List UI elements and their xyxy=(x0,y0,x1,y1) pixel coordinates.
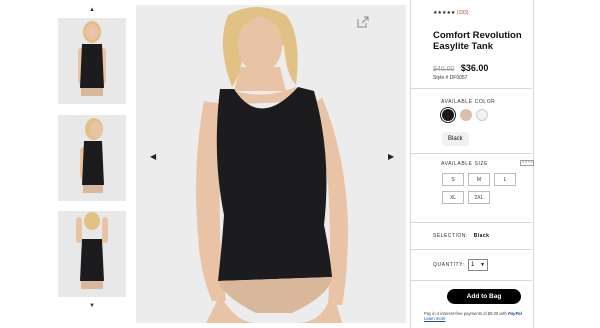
size-option-m[interactable]: M xyxy=(468,173,490,186)
available-color-label: AVAILABLE COLOR xyxy=(441,99,496,105)
paypal-learn-more-link[interactable]: Learn more xyxy=(424,316,445,321)
quantity-label: QUANTITY: xyxy=(433,262,465,268)
divider xyxy=(410,249,532,250)
divider xyxy=(410,88,532,89)
rating-count: (193) xyxy=(456,10,469,16)
product-title-line2: Easylite Tank xyxy=(433,41,494,52)
divider xyxy=(410,280,532,281)
size-option-xl[interactable]: XL xyxy=(442,191,464,204)
thumbnail-back-image xyxy=(58,211,126,297)
thumb-up-arrow[interactable]: ▲ xyxy=(89,7,95,13)
add-to-bag-button[interactable]: Add to Bag xyxy=(447,289,521,304)
ruler-icon[interactable] xyxy=(520,160,534,166)
thumbnail-side-image xyxy=(58,115,126,201)
thumbnail-front[interactable] xyxy=(58,18,126,104)
selection-value: Black xyxy=(473,233,490,239)
color-swatch-nude[interactable] xyxy=(460,109,472,121)
thumbnail-side[interactable] xyxy=(58,115,126,201)
divider xyxy=(410,222,532,223)
thumbnail-front-image xyxy=(58,18,126,104)
selection-label: SELECTION: xyxy=(433,233,468,239)
divider xyxy=(410,153,532,154)
next-image-arrow[interactable]: ▶ xyxy=(388,152,394,161)
chevron-down-icon: ▼ xyxy=(480,262,485,268)
size-option-l[interactable]: L xyxy=(494,173,516,186)
expand-icon[interactable] xyxy=(357,16,369,28)
main-product-image xyxy=(136,5,406,323)
product-title-line1: Comfort Revolution xyxy=(433,30,522,41)
available-size-label: AVAILABLE SIZE xyxy=(441,161,489,167)
thumbnail-back[interactable] xyxy=(58,211,126,297)
thumb-down-arrow[interactable]: ▼ xyxy=(89,303,95,309)
selection-summary: SELECTION: Black xyxy=(433,233,489,239)
rating-stars: ★★★★★ xyxy=(433,10,456,16)
quantity-select[interactable]: 1 ▼ xyxy=(468,259,488,271)
paypal-logo: PayPal xyxy=(508,311,522,316)
sale-price: $36.00 xyxy=(460,63,489,73)
prev-image-arrow[interactable]: ◀ xyxy=(150,152,156,161)
product-title: Comfort Revolution Easylite Tank xyxy=(433,30,522,52)
paypal-message: Pay in 4 interest-free payments of $9.00… xyxy=(424,311,530,321)
rating[interactable]: ★★★★★ (193) xyxy=(433,10,469,16)
selected-color-chip: Black xyxy=(442,132,469,146)
size-option-s[interactable]: S xyxy=(442,173,464,186)
style-number: Style # DF0057 xyxy=(433,75,468,81)
price-block: $40.00 $36.00 xyxy=(433,58,488,76)
original-price: $40.00 xyxy=(433,66,455,73)
color-swatch-black[interactable] xyxy=(442,109,454,121)
color-swatch-white[interactable] xyxy=(476,109,488,121)
model-photo xyxy=(136,5,406,323)
quantity-value: 1 xyxy=(471,262,475,268)
size-option-2xl[interactable]: 2XL xyxy=(468,191,490,204)
